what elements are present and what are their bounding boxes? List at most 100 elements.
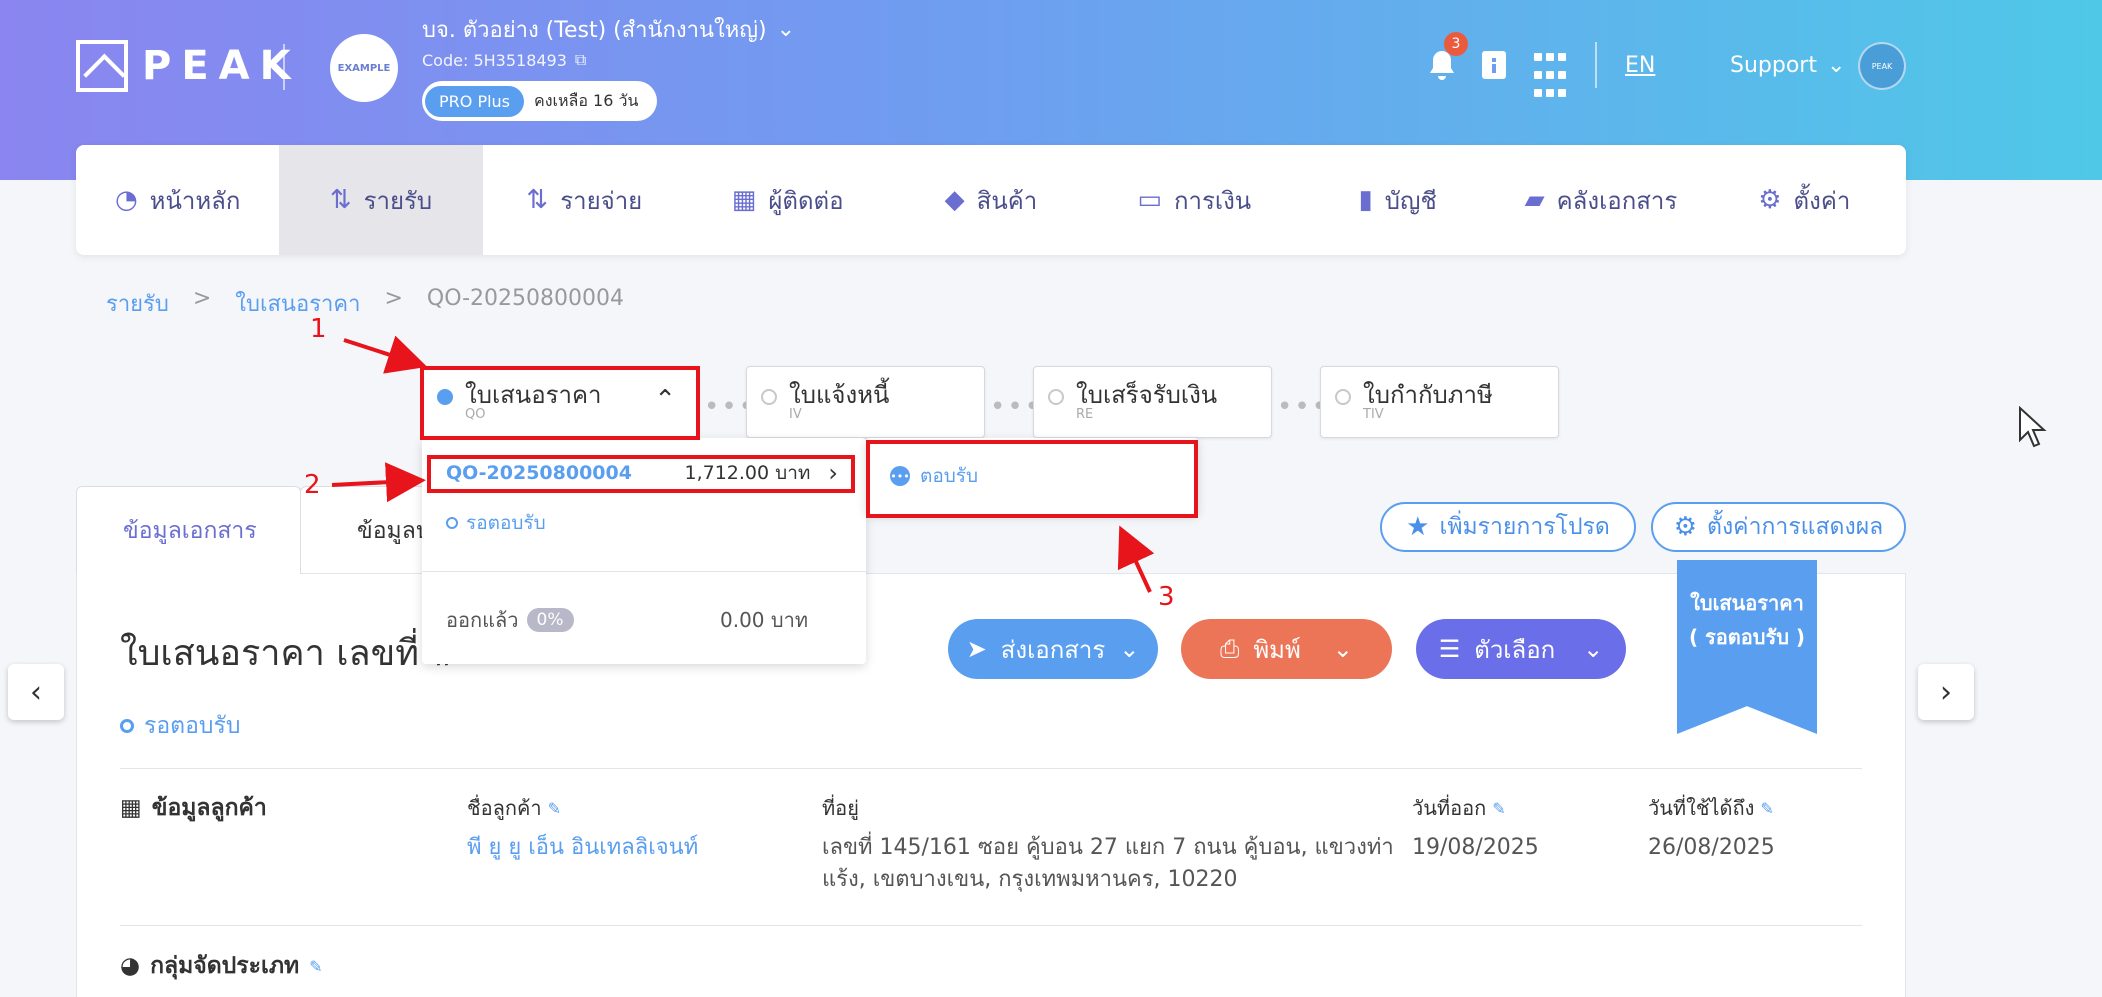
nav-item-expense[interactable]: ⇅ รายจ่าย [483, 145, 686, 255]
pencil-icon[interactable]: ✎ [1492, 799, 1505, 818]
customer-section-title: ▦ ข้อมูลลูกค้า [120, 790, 267, 826]
breadcrumb-quotation[interactable]: ใบเสนอราคา [235, 286, 360, 321]
nav-label: รายรับ [363, 186, 433, 215]
pencil-icon[interactable]: ✎ [548, 799, 561, 818]
options-button[interactable]: ☰ ตัวเลือก ⌄ [1416, 619, 1626, 679]
breadcrumb-income[interactable]: รายรับ [106, 286, 169, 321]
header-right-divider [1595, 42, 1597, 88]
field-label-text: ที่อยู่ [822, 796, 859, 820]
plan-pill[interactable]: PRO Plus คงเหลือ 16 วัน [422, 81, 658, 121]
nav-item-income[interactable]: ⇅ รายรับ [279, 145, 483, 255]
chevron-down-icon: ⌄ [1332, 635, 1353, 663]
language-switch[interactable]: EN [1625, 40, 1655, 90]
company-switcher[interactable]: บจ. ตัวอย่าง (Test) (สำนักงานใหญ่) ⌄ [422, 12, 795, 47]
nav-item-finance[interactable]: ▭ การเงิน [1093, 145, 1296, 255]
support-menu[interactable]: Support ⌄ [1730, 40, 1845, 90]
nav-label: คลังเอกสาร [1556, 186, 1678, 215]
pencil-icon[interactable]: ✎ [309, 957, 322, 976]
support-label: Support [1730, 52, 1817, 78]
step-sub: TIV [1363, 407, 1384, 422]
category-section-label: กลุ่มจัดประเภท [150, 953, 300, 979]
ledger-icon: ▮ [1358, 185, 1373, 215]
nav-item-products[interactable]: ◆ สินค้า [889, 145, 1092, 255]
step-invoice[interactable]: ใบแจ้งหนี้ IV [746, 366, 985, 438]
valid-until-value: 26/08/2025 [1648, 835, 1775, 860]
nav-item-contacts[interactable]: ▦ ผู้ติดต่อ [686, 145, 889, 255]
send-document-button[interactable]: ➤ ส่งเอกสาร ⌄ [948, 619, 1158, 679]
product-box-icon: ◆ [944, 185, 965, 215]
status-label: รอตอบรับ [144, 713, 241, 739]
nav-label: บัญชี [1384, 186, 1437, 215]
chevron-right-icon: › [1940, 674, 1952, 710]
step-receipt[interactable]: ใบเสร็จรับเงิน RE [1033, 366, 1272, 438]
user-avatar-text: PEAK [1871, 61, 1893, 71]
customer-name-link[interactable]: พี ยู ยู เอ็น อินเทลลิเจนท์ [467, 832, 698, 864]
contacts-icon: ▦ [731, 185, 757, 215]
breadcrumb-separator: > [384, 286, 403, 311]
status-ring-icon [120, 719, 134, 733]
nav-item-accounting[interactable]: ▮ บัญชี [1296, 145, 1499, 255]
peak-logo-text: PEAK [142, 43, 301, 89]
step-label: ใบแจ้งหนี้ [789, 381, 890, 409]
tab-document-info[interactable]: ข้อมูลเอกสาร [76, 486, 301, 574]
issue-date-value: 19/08/2025 [1412, 835, 1539, 860]
address-line: เลขที่ 145/161 ซอย คู้บอน 27 แยก 7 ถนน ค… [822, 835, 1394, 860]
address-line: แร้ง, เขตบางเขน, กรุงเทพมหานคร, 10220 [822, 867, 1238, 892]
step-dot [761, 389, 777, 405]
send-label: ส่งเอกสาร [1000, 635, 1106, 664]
user-avatar[interactable]: PEAK [1858, 42, 1906, 90]
dropdown-issued: ออกแล้ว 0% [446, 604, 574, 636]
dashboard-icon: ◔ [114, 185, 138, 215]
issued-label: ออกแล้ว [446, 608, 519, 632]
step-dot [1048, 389, 1064, 405]
nav-label: ผู้ติดต่อ [768, 186, 844, 215]
annotation-number-3: 3 [1158, 582, 1175, 612]
apps-grid-icon[interactable] [1534, 50, 1566, 100]
expense-icon: ⇅ [526, 185, 549, 215]
nav-label: การเงิน [1173, 186, 1252, 215]
annotation-arrow-2 [331, 462, 426, 503]
plan-remaining: คงเหลือ 16 วัน [534, 90, 639, 110]
income-icon: ⇅ [329, 185, 352, 215]
nav-item-documents[interactable]: ▰ คลังเอกสาร [1499, 145, 1702, 255]
previous-document-button[interactable]: ‹ [8, 664, 64, 720]
print-button[interactable]: ⎙ พิมพ์ ⌄ [1181, 619, 1392, 679]
print-label: พิมพ์ [1253, 635, 1301, 664]
step-tax-invoice[interactable]: ใบกำกับภาษี TIV [1320, 366, 1559, 438]
company-avatar[interactable]: EXAMPLE [330, 34, 398, 102]
tab-label: ข้อมูลเอกสาร [123, 517, 257, 544]
peak-logo[interactable]: PEAK [76, 40, 301, 92]
paper-plane-icon: ➤ [966, 635, 987, 663]
dropdown-divider [422, 571, 866, 572]
annotation-arrow-1 [343, 335, 428, 374]
chevron-down-icon: ⌄ [1583, 635, 1604, 663]
copy-icon[interactable]: ⧉ [575, 50, 586, 70]
divider [120, 768, 1862, 769]
options-label: ตัวเลือก [1474, 635, 1556, 664]
issued-percent: 0% [526, 608, 574, 632]
issue-date-label: วันที่ออก ✎ [1412, 792, 1506, 824]
nav-item-settings[interactable]: ⚙ ตั้งค่า [1703, 145, 1906, 255]
status-ring-icon [446, 517, 458, 529]
valid-until-label: วันที่ใช้ได้ถึง ✎ [1648, 792, 1774, 824]
step-sub: RE [1076, 407, 1094, 422]
breadcrumb: รายรับ > ใบเสนอราคา > QO-20250800004 [106, 286, 624, 321]
page-title: ใบเสนอราคา เลขที่ # [120, 633, 461, 674]
nav-label: ตั้งค่า [1793, 186, 1851, 215]
field-label-text: วันที่ใช้ได้ถึง [1648, 796, 1755, 820]
mouse-cursor-icon [2019, 406, 2047, 448]
pencil-icon[interactable]: ✎ [1760, 799, 1773, 818]
display-settings-button[interactable]: ⚙ ตั้งค่าการแสดงผล [1651, 502, 1906, 552]
next-document-button[interactable]: › [1918, 664, 1974, 720]
ribbon-title: ใบเสนอราคา [1690, 591, 1804, 615]
company-avatar-text: EXAMPLE [337, 62, 391, 74]
dropdown-status: รอตอบรับ [446, 508, 546, 538]
pie-chart-icon: ◕ [120, 953, 141, 979]
annotation-box-3 [866, 440, 1198, 518]
building-icon: ▦ [120, 795, 142, 821]
nav-item-home[interactable]: ◔ หน้าหลัก [76, 145, 279, 255]
annotation-box-2 [427, 455, 855, 493]
help-book-button[interactable] [1480, 40, 1508, 90]
add-favorite-button[interactable]: ★ เพิ่มรายการโปรด [1380, 502, 1636, 552]
notification-button[interactable]: 3 [1428, 32, 1468, 90]
